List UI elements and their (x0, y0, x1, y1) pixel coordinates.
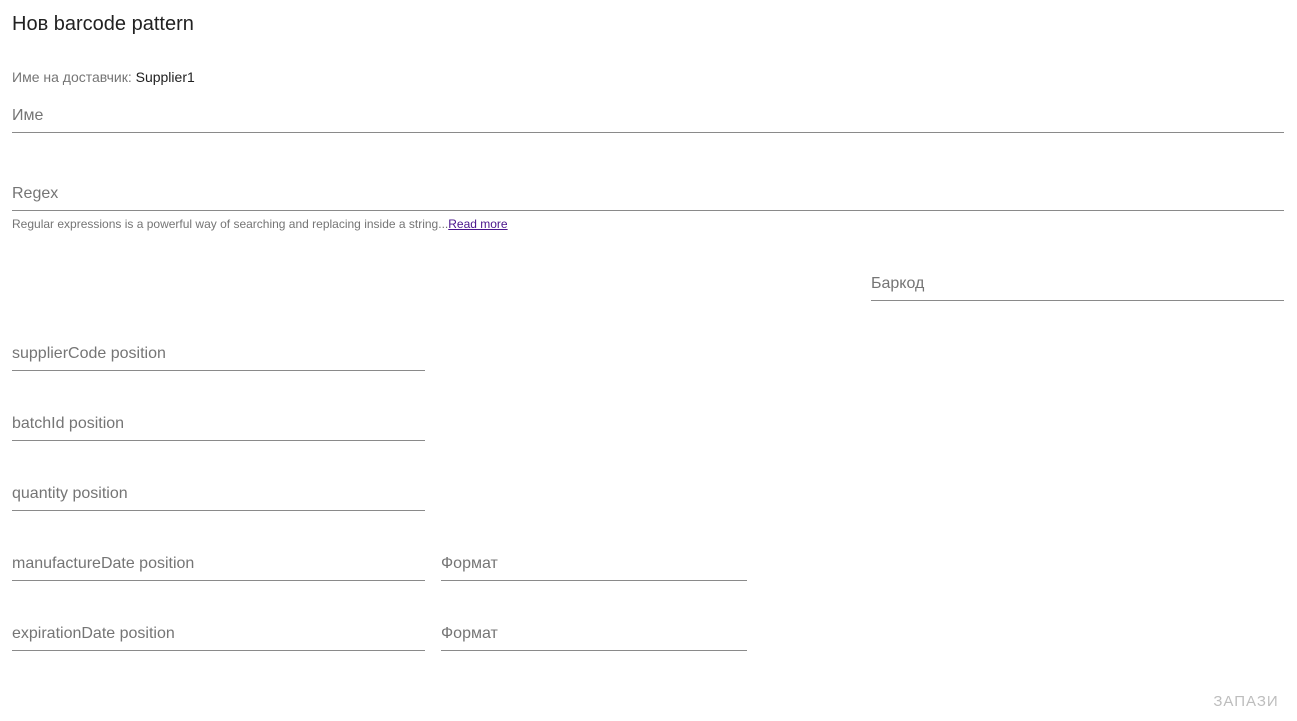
regex-placeholder: Regex (12, 185, 59, 202)
quantity-position-placeholder: quantity position (12, 485, 128, 502)
barcode-field[interactable]: Баркод (871, 272, 1284, 301)
regex-hint-text: Regular expressions is a powerful way of… (12, 217, 449, 231)
expiration-date-position-placeholder: expirationDate position (12, 625, 175, 642)
batch-id-position-placeholder: batchId position (12, 415, 125, 432)
regex-hint: Regular expressions is a powerful way of… (12, 216, 508, 232)
barcode-pattern-page: Нов barcode pattern Име на доставчик: Su… (0, 0, 1297, 721)
regex-field[interactable]: Regex (12, 182, 1284, 211)
read-more-link[interactable]: Read more (448, 217, 507, 231)
supplier-label: Име на доставчик: (12, 69, 132, 85)
supplier-code-position-placeholder: supplierCode position (12, 345, 166, 362)
manufacture-date-format-placeholder: Формат (441, 555, 498, 572)
expiration-date-format-field[interactable]: Формат (441, 622, 747, 651)
page-title: Нов barcode pattern (12, 13, 194, 35)
manufacture-date-position-field[interactable]: manufactureDate position (12, 552, 425, 581)
supplier-value: Supplier1 (135, 69, 195, 85)
manufacture-date-position-placeholder: manufactureDate position (12, 555, 195, 572)
batch-id-position-field[interactable]: batchId position (12, 412, 425, 441)
name-field[interactable]: Име (12, 104, 1284, 133)
expiration-date-position-field[interactable]: expirationDate position (12, 622, 425, 651)
save-button[interactable]: ЗАПАЗИ (1206, 688, 1286, 716)
barcode-placeholder: Баркод (871, 275, 925, 292)
supplier-code-position-field[interactable]: supplierCode position (12, 342, 425, 371)
manufacture-date-format-field[interactable]: Формат (441, 552, 747, 581)
supplier-info: Име на доставчик: Supplier1 (12, 68, 195, 86)
name-placeholder: Име (12, 107, 44, 124)
expiration-date-format-placeholder: Формат (441, 625, 498, 642)
quantity-position-field[interactable]: quantity position (12, 482, 425, 511)
